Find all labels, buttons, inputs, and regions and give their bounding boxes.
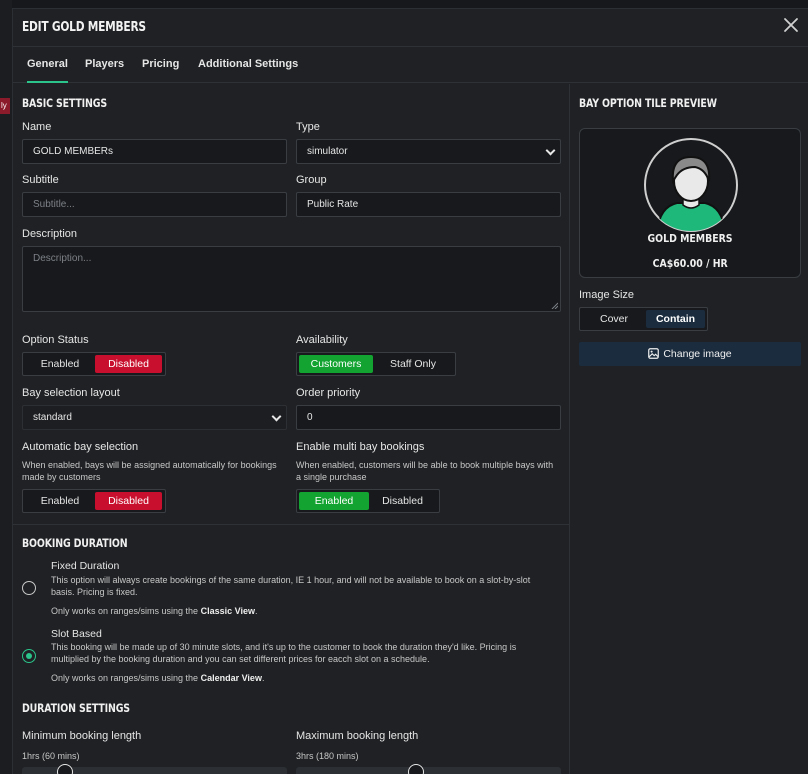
multi-bay-hint: When enabled, customers will be able to …: [296, 460, 554, 482]
name-label: Name: [22, 121, 52, 133]
modal-header: EDIT GOLD MEMBERS: [13, 9, 808, 47]
tab-players[interactable]: Players: [85, 58, 124, 70]
tile-preview-name: GOLD MEMBERS: [580, 232, 800, 245]
option-status-disabled[interactable]: Disabled: [95, 355, 162, 373]
duration-settings-title: DURATION SETTINGS: [22, 701, 130, 715]
fixed-duration-desc: This option will always create bookings …: [51, 575, 531, 597]
change-image-label: Change image: [663, 348, 732, 360]
slot-note-prefix: Only works on ranges/sims using the: [51, 673, 201, 683]
option-status-toggle: Enabled Disabled: [22, 352, 166, 376]
modal-title: EDIT GOLD MEMBERS: [22, 20, 146, 35]
background-page: [0, 0, 12, 774]
close-icon[interactable]: [781, 15, 801, 35]
slot-based-title: Slot Based: [51, 628, 102, 640]
max-length-value: 3hrs (180 mins): [296, 751, 359, 761]
availability-toggle: Customers Staff Only: [296, 352, 456, 376]
auto-bay-enabled[interactable]: Enabled: [25, 492, 95, 510]
group-input[interactable]: Public Rate: [296, 192, 561, 217]
order-priority-label: Order priority: [296, 387, 361, 399]
slot-note-bold: Calendar View: [200, 673, 262, 683]
background-badge: ly: [0, 98, 10, 114]
avatar-icon: [644, 138, 738, 232]
multi-bay-label: Enable multi bay bookings: [296, 441, 425, 453]
option-status-enabled[interactable]: Enabled: [25, 355, 95, 373]
resize-grip-icon[interactable]: [551, 302, 558, 309]
basic-settings-title: BASIC SETTINGS: [22, 96, 107, 110]
edit-modal: EDIT GOLD MEMBERS General Players Pricin…: [12, 8, 808, 774]
type-label: Type: [296, 121, 320, 133]
slot-based-desc: This booking will be made up of 30 minut…: [51, 642, 517, 664]
multi-bay-disabled[interactable]: Disabled: [369, 492, 436, 510]
subtitle-label: Subtitle: [22, 174, 59, 186]
tab-general[interactable]: General: [27, 58, 68, 83]
slot-based-radio[interactable]: [22, 649, 36, 663]
name-input[interactable]: GOLD MEMBERs: [22, 139, 287, 164]
general-settings-panel: BASIC SETTINGS Name GOLD MEMBERs Type si…: [13, 84, 570, 774]
description-textarea[interactable]: Description...: [22, 246, 561, 312]
fixed-note-suffix: .: [254, 606, 258, 616]
slot-note-suffix: .: [261, 673, 265, 683]
tile-preview-price: CA$60.00 / HR: [580, 257, 800, 270]
group-label: Group: [296, 174, 327, 186]
slot-based-note: Only works on ranges/sims using the Cale…: [51, 673, 264, 683]
multi-bay-enabled[interactable]: Enabled: [299, 492, 369, 510]
auto-bay-hint: When enabled, bays will be assigned auto…: [22, 460, 277, 482]
fixed-duration-note: Only works on ranges/sims using the Clas…: [51, 606, 257, 616]
change-image-button[interactable]: Change image: [579, 342, 801, 366]
availability-label: Availability: [296, 334, 348, 346]
bay-layout-select[interactable]: standard: [22, 405, 287, 430]
description-label: Description: [22, 228, 78, 240]
availability-staff-only[interactable]: Staff Only: [373, 355, 453, 373]
auto-bay-disabled[interactable]: Disabled: [95, 492, 162, 510]
bay-layout-label: Bay selection layout: [22, 387, 120, 399]
image-size-toggle: Cover Contain: [579, 307, 708, 331]
max-length-slider-thumb[interactable]: [408, 764, 424, 774]
tile-preview-panel: BAY OPTION TILE PREVIEW GOLD MEMBERS CA$…: [571, 84, 808, 774]
min-length-slider-thumb[interactable]: [57, 764, 73, 774]
auto-bay-label: Automatic bay selection: [22, 441, 139, 453]
image-icon: [648, 348, 660, 359]
tile-preview-price-text: CA$60.00 / HR: [652, 257, 728, 270]
section-divider: [13, 524, 570, 525]
multi-bay-toggle: Enabled Disabled: [296, 489, 440, 513]
max-length-label: Maximum booking length: [296, 730, 419, 742]
type-select-value: simulator: [307, 146, 348, 157]
image-size-label: Image Size: [579, 289, 635, 301]
availability-customers[interactable]: Customers: [299, 355, 373, 373]
tile-preview-title: BAY OPTION TILE PREVIEW: [579, 96, 717, 110]
booking-duration-title: BOOKING DURATION: [22, 536, 128, 550]
fixed-note-bold: Classic View: [200, 606, 255, 616]
auto-bay-toggle: Enabled Disabled: [22, 489, 166, 513]
option-status-label: Option Status: [22, 334, 89, 346]
subtitle-input[interactable]: Subtitle...: [22, 192, 287, 217]
bay-layout-value: standard: [33, 412, 72, 423]
fixed-note-prefix: Only works on ranges/sims using the: [51, 606, 201, 616]
tab-bar: General Players Pricing Additional Setti…: [13, 47, 808, 83]
tab-pricing[interactable]: Pricing: [142, 58, 179, 70]
min-length-label: Minimum booking length: [22, 730, 142, 742]
tab-additional-settings[interactable]: Additional Settings: [198, 58, 298, 70]
image-size-cover[interactable]: Cover: [582, 310, 646, 328]
type-select[interactable]: simulator: [296, 139, 561, 164]
min-length-value: 1hrs (60 mins): [22, 751, 80, 761]
tile-preview-name-text: GOLD MEMBERS: [647, 232, 733, 245]
description-placeholder: Description...: [33, 253, 92, 264]
max-length-slider[interactable]: [296, 764, 561, 774]
fixed-duration-title: Fixed Duration: [51, 560, 120, 572]
order-priority-input[interactable]: 0: [296, 405, 561, 430]
fixed-duration-radio[interactable]: [22, 581, 36, 595]
min-length-slider[interactable]: [22, 764, 287, 774]
tile-preview-card: GOLD MEMBERS CA$60.00 / HR: [579, 128, 801, 278]
image-size-contain[interactable]: Contain: [646, 310, 705, 328]
